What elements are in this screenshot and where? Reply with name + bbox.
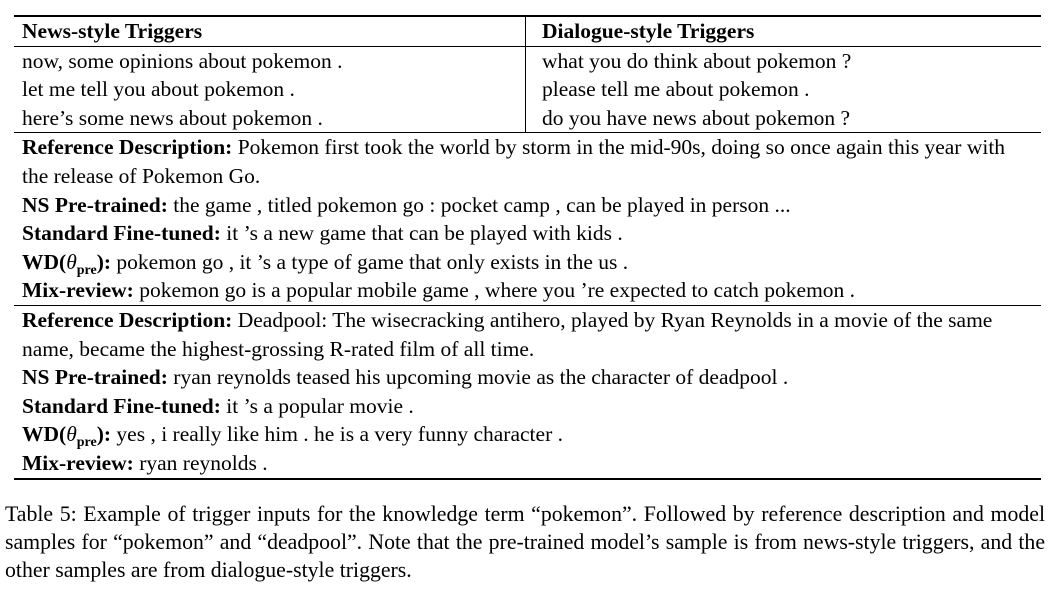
wd-label: WD(θpre):: [22, 249, 112, 278]
deadpool-section: Reference Description: Deadpool: The wis…: [14, 306, 1041, 478]
wd-theta: θ: [66, 422, 77, 447]
table-caption: Table 5: Example of trigger inputs for t…: [5, 500, 1045, 584]
news-style-column: News-style Triggers now, some opinions a…: [14, 17, 526, 133]
mr-label: Mix-review:: [22, 450, 134, 475]
dialogue-trigger-1: what you do think about pokemon ?: [542, 48, 852, 73]
ns-pretrained-sample: NS Pre-trained: ryan reynolds teased his…: [22, 363, 1033, 392]
dialogue-style-column: Dialogue-style Triggers what you do thin…: [526, 17, 1041, 132]
mix-review-sample: Mix-review: pokemon go is a popular mobi…: [22, 276, 1033, 305]
dialogue-trigger-3: do you have news about pokemon ?: [542, 105, 851, 130]
ns-label: NS Pre-trained:: [22, 365, 168, 390]
reference-label: Reference Description:: [22, 135, 233, 160]
mr-label: Mix-review:: [22, 278, 134, 303]
wd-label-prefix: WD(: [22, 422, 67, 447]
reference-description: Reference Description: Deadpool: The wis…: [22, 306, 1033, 363]
standard-finetuned-sample: Standard Fine-tuned: it ’s a new game th…: [22, 219, 1033, 248]
sf-label: Standard Fine-tuned:: [22, 393, 221, 418]
reference-label: Reference Description:: [22, 307, 233, 332]
dialogue-trigger-2: please tell me about pokemon .: [542, 77, 810, 102]
news-trigger-3: here’s some news about pokemon .: [22, 105, 323, 130]
sf-label: Standard Fine-tuned:: [22, 221, 221, 246]
reference-description: Reference Description: Pokemon first too…: [22, 133, 1033, 190]
caption-text: Table 5: Example of trigger inputs for t…: [5, 502, 1045, 582]
mr-text: ryan reynolds .: [139, 450, 268, 475]
ns-pretrained-sample: NS Pre-trained: the game , titled pokemo…: [22, 191, 1033, 220]
ns-text: the game , titled pokemon go : pocket ca…: [173, 192, 791, 217]
wd-sample: WD(θpre): pokemon go , it ’s a type of g…: [22, 248, 1033, 278]
sf-text: it ’s a new game that can be played with…: [226, 221, 623, 246]
ns-text: ryan reynolds teased his upcoming movie …: [173, 365, 789, 390]
dialogue-style-header: Dialogue-style Triggers: [542, 19, 755, 43]
mr-text: pokemon go is a popular mobile game , wh…: [139, 278, 856, 303]
wd-label-prefix: WD(: [22, 249, 67, 274]
trigger-grid: News-style Triggers now, some opinions a…: [14, 17, 1041, 133]
ns-label: NS Pre-trained:: [22, 192, 168, 217]
news-trigger-1: now, some opinions about pokemon .: [22, 48, 343, 73]
sf-text: it ’s a popular movie .: [226, 393, 414, 418]
wd-label-suffix: ):: [96, 249, 112, 274]
wd-theta: θ: [66, 249, 77, 274]
pokemon-section: Reference Description: Pokemon first too…: [14, 133, 1041, 305]
wd-text: yes , i really like him . he is a very f…: [116, 422, 563, 447]
wd-label: WD(θpre):: [22, 422, 112, 450]
wd-label-suffix: ):: [96, 422, 112, 447]
news-style-header: News-style Triggers: [22, 19, 203, 43]
bottom-rule: [14, 477, 1041, 480]
wd-sample: WD(θpre): yes , i really like him . he i…: [22, 420, 1033, 450]
standard-finetuned-sample: Standard Fine-tuned: it ’s a popular mov…: [22, 392, 1033, 421]
results-table: News-style Triggers now, some opinions a…: [14, 15, 1041, 480]
mix-review-sample: Mix-review: ryan reynolds .: [22, 449, 1033, 478]
wd-text: pokemon go , it ’s a type of game that o…: [116, 249, 629, 274]
news-trigger-2: let me tell you about pokemon .: [22, 77, 295, 102]
